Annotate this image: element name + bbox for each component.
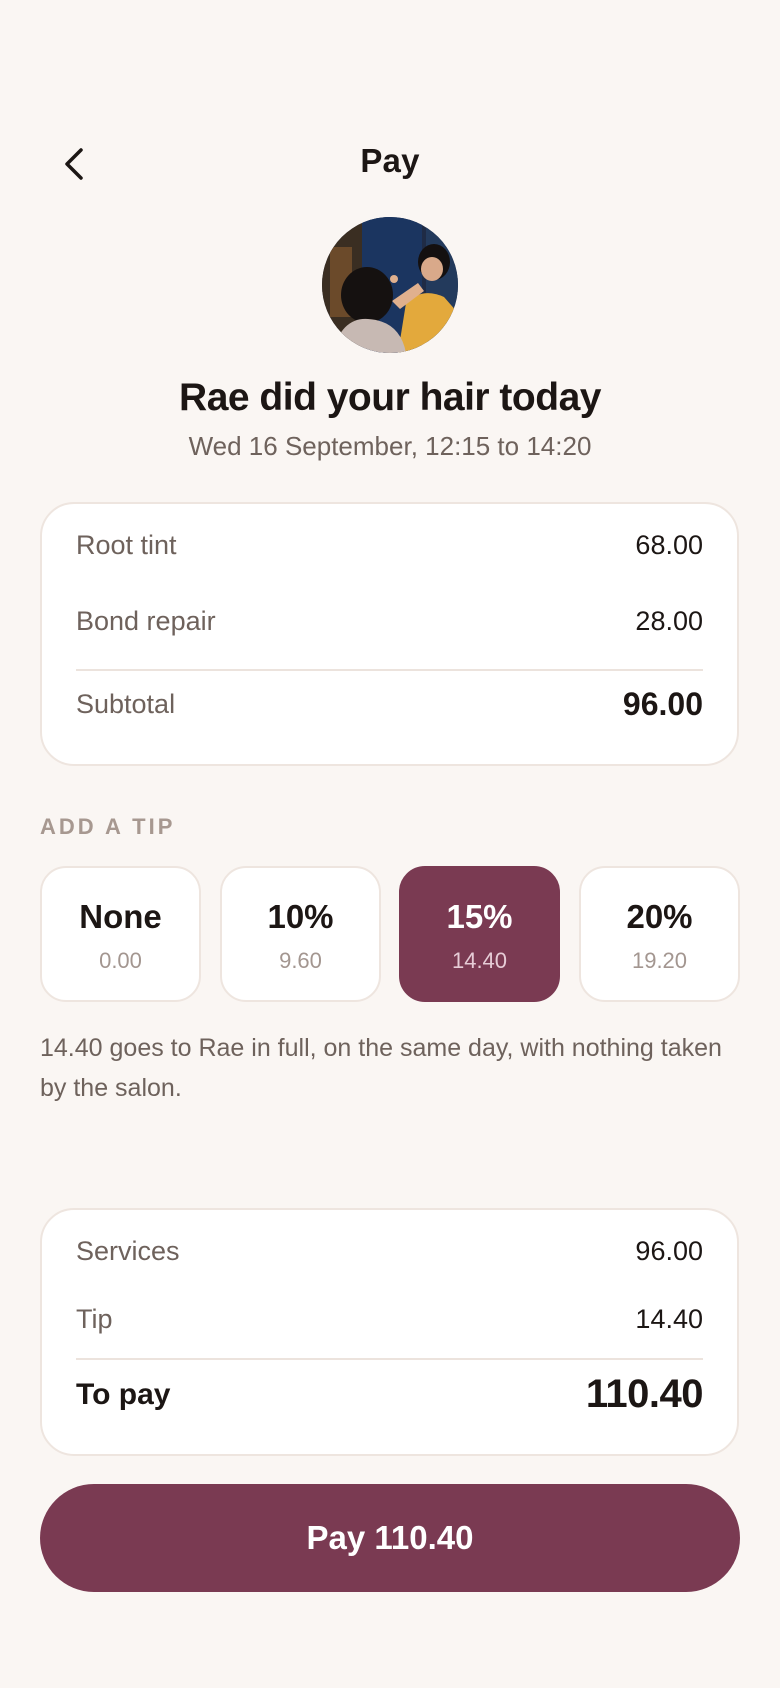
summary-tip-row: Tip 14.40: [76, 1304, 703, 1335]
tip-heading: ADD A TIP: [40, 814, 176, 839]
summary-card: Services 96.00 Tip 14.40 To pay 110.40: [40, 1208, 739, 1456]
total-row: To pay 110.40: [76, 1372, 704, 1417]
services-card: Root tint 68.00 Bond repair 28.00 Subtot…: [40, 502, 739, 766]
tip-note: 14.40 goes to Rae in full, on the same d…: [40, 1034, 722, 1102]
header: Pay: [0, 130, 780, 200]
appointment-time: Wed 16 September, 12:15 to 14:20: [188, 431, 592, 461]
service-label: Root tint: [76, 530, 177, 560]
avatar: [322, 217, 458, 353]
tip-option-label: None: [79, 898, 162, 935]
divider: [76, 669, 703, 671]
summary-tip-label: Tip: [76, 1304, 113, 1334]
service-row: Root tint 68.00: [76, 530, 703, 561]
summary-services-value: 96.00: [635, 1236, 703, 1266]
stylist-photo: [322, 217, 458, 353]
tip-option-amount: 9.60: [279, 948, 322, 973]
subtotal-value: 96.00: [622, 686, 703, 722]
tip-option-15[interactable]: 15% 14.40: [399, 866, 560, 1002]
tip-option-label: 10%: [267, 898, 334, 935]
summary-services-label: Services: [76, 1236, 180, 1266]
service-row: Bond repair 28.00: [76, 606, 703, 637]
stylist-headline: Rae did your hair today: [179, 376, 601, 419]
tip-option-none[interactable]: None 0.00: [40, 866, 201, 1002]
pay-button[interactable]: Pay 110.40: [40, 1484, 740, 1592]
tip-option-10[interactable]: 10% 9.60: [220, 866, 381, 1002]
total-label: To pay: [76, 1377, 171, 1411]
service-price: 28.00: [635, 606, 703, 636]
divider: [76, 1358, 703, 1360]
tip-option-label: 15%: [446, 898, 513, 935]
tip-options: None 0.00 10% 9.60 15% 14.40 20% 19.20: [40, 866, 740, 1002]
summary-services-row: Services 96.00: [76, 1236, 703, 1267]
service-price: 68.00: [635, 530, 703, 560]
subtotal-label: Subtotal: [76, 689, 176, 719]
summary-tip-value: 14.40: [635, 1304, 703, 1334]
service-label: Bond repair: [76, 606, 216, 636]
tip-option-label: 20%: [626, 898, 693, 935]
subtotal-row: Subtotal 96.00: [76, 686, 703, 723]
tip-option-amount: 0.00: [99, 948, 142, 973]
tip-option-20[interactable]: 20% 19.20: [579, 866, 740, 1002]
tip-option-amount: 19.20: [631, 948, 688, 973]
tip-option-amount: 14.40: [451, 948, 508, 973]
page-title: Pay: [360, 142, 420, 179]
total-value: 110.40: [585, 1372, 704, 1416]
